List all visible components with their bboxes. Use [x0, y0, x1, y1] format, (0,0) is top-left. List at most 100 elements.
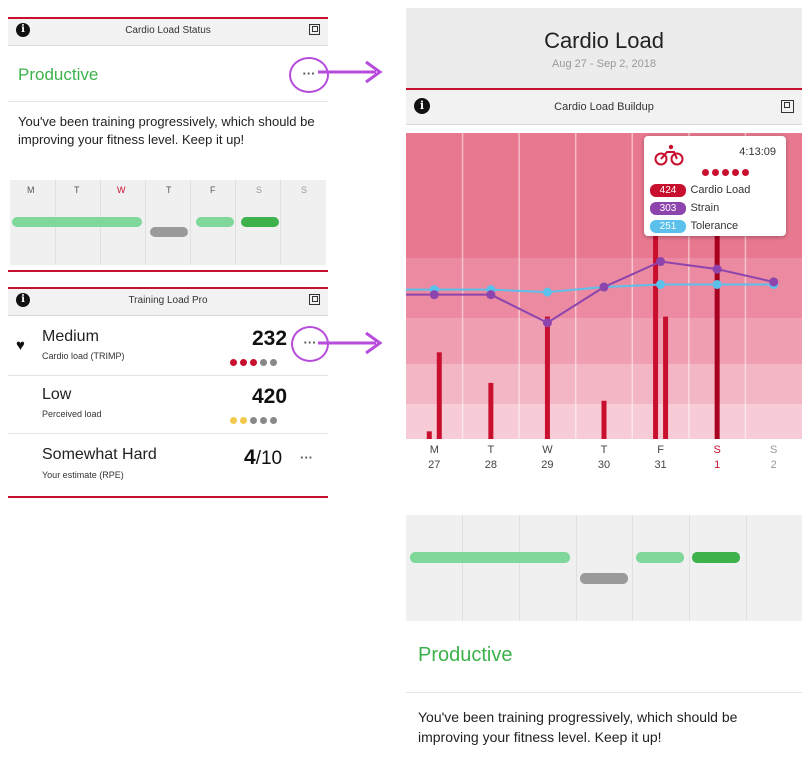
row-sublabel: Cardio load (TRIMP) [42, 351, 125, 361]
day-tick-label: S [770, 444, 777, 456]
divider-red [8, 496, 328, 498]
tooltip-label: Strain [690, 202, 720, 214]
day-label: W [117, 185, 126, 195]
date-tick-label: 31 [654, 459, 666, 471]
status-label: Productive [18, 65, 99, 84]
calendar-icon[interactable] [309, 294, 320, 305]
day-label: F [210, 185, 216, 195]
productive-pill [12, 217, 142, 227]
load-dot [260, 359, 267, 366]
row-label: Low [42, 386, 72, 403]
load-dot [270, 417, 277, 424]
strain-point [656, 257, 666, 267]
cardio-load-bar [714, 222, 720, 439]
tooltip-row-tolerance: 251 Tolerance [650, 216, 738, 234]
date-tick-label: 27 [428, 459, 440, 471]
day-tick-label: T [487, 444, 494, 456]
more-button-rpe[interactable]: ··· [300, 450, 313, 465]
row-label: Somewhat Hard [42, 446, 157, 463]
cardio-load-bar [601, 400, 607, 439]
zone-band [406, 364, 802, 404]
cardio-load-bar [663, 316, 669, 439]
chart-tooltip: 4:13:09 424 Cardio Load 303 Strain 251 T… [644, 136, 786, 236]
tolerance-point [656, 279, 666, 289]
training-load-pro-card: i Training Load Pro ♥ Medium Cardio load… [8, 287, 329, 497]
cycling-icon [654, 144, 684, 166]
status-card-header: i Cardio Load Status [8, 17, 328, 46]
tolerance-point [542, 287, 552, 297]
cardio-load-bar [488, 382, 494, 439]
tooltip-row-cardio: 424 Cardio Load [650, 180, 750, 198]
strain-point [712, 264, 722, 274]
productive-pill [410, 552, 570, 563]
divider [8, 375, 328, 376]
load-dot [230, 359, 237, 366]
chart-header: i Cardio Load Buildup [406, 88, 802, 125]
load-dot [230, 417, 237, 424]
day-tick-label: M [430, 444, 439, 456]
detail-description: You've been training progressively, whic… [418, 709, 738, 745]
day-label: S [256, 185, 263, 195]
row-sublabel: Your estimate (RPE) [42, 470, 124, 480]
row-label: Medium [42, 328, 99, 345]
row-sublabel: Perceived load [42, 409, 102, 419]
strain-point [599, 282, 609, 292]
day-tick-label: F [657, 444, 664, 456]
productive-pill [692, 552, 740, 563]
load-dot [250, 417, 257, 424]
page-title: Cardio Load [544, 28, 664, 53]
date-tick-label: 30 [598, 459, 610, 471]
day-label: T [74, 185, 80, 195]
load-dot [250, 359, 257, 366]
load-dots [230, 353, 280, 371]
load-dot [240, 417, 247, 424]
row-value: 420 [252, 385, 288, 408]
arrow-connector [318, 331, 383, 355]
strain-point [769, 277, 779, 287]
strain-point [486, 290, 496, 300]
productive-pill [636, 552, 684, 563]
detraining-pill [150, 227, 188, 237]
day-tick-label: S [713, 444, 720, 456]
date-tick-label: 1 [714, 459, 720, 471]
productive-pill [241, 217, 279, 227]
tooltip-value: 424 [650, 184, 686, 197]
date-tick-label: 29 [541, 459, 553, 471]
divider [8, 433, 328, 434]
calendar-icon[interactable] [309, 24, 320, 35]
detail-header: Cardio Load Aug 27 - Sep 2, 2018 [406, 8, 802, 88]
day-label: T [166, 185, 172, 195]
training-card-header: i Training Load Pro [8, 287, 328, 316]
tooltip-time: 4:13:09 [739, 146, 776, 158]
detail-status-label: Productive [418, 644, 513, 666]
day-tick-label: T [601, 444, 608, 456]
load-dot [240, 359, 247, 366]
day-label: M [27, 185, 35, 195]
strain-point [429, 290, 439, 300]
tooltip-label: Tolerance [690, 220, 739, 232]
day-label: S [301, 185, 308, 195]
rpe-main: 4 [244, 446, 256, 469]
heart-icon: ♥ [16, 337, 25, 354]
cardio-load-bar [426, 431, 432, 439]
rpe-value: 4/10 [244, 446, 282, 470]
tolerance-point [712, 279, 722, 289]
status-card-title: Cardio Load Status [125, 25, 211, 36]
date-tick-label: 2 [771, 459, 777, 471]
productive-pill [196, 217, 234, 227]
load-dot [260, 417, 267, 424]
tooltip-value: 303 [650, 202, 686, 215]
week-load-strip [406, 515, 802, 621]
strain-point [542, 318, 552, 328]
zone-band [406, 318, 802, 364]
arrow-connector [318, 60, 383, 84]
tooltip-dots [702, 163, 752, 181]
detail-screen: Cardio Load Aug 27 - Sep 2, 2018 i Cardi… [406, 8, 802, 773]
divider [406, 692, 802, 693]
chart-title: Cardio Load Buildup [554, 101, 654, 113]
row-value: 232 [252, 327, 288, 350]
load-dots [230, 411, 280, 429]
calendar-icon[interactable] [781, 100, 794, 113]
cardio-load-bar [436, 352, 442, 439]
tooltip-row-strain: 303 Strain [650, 198, 719, 216]
